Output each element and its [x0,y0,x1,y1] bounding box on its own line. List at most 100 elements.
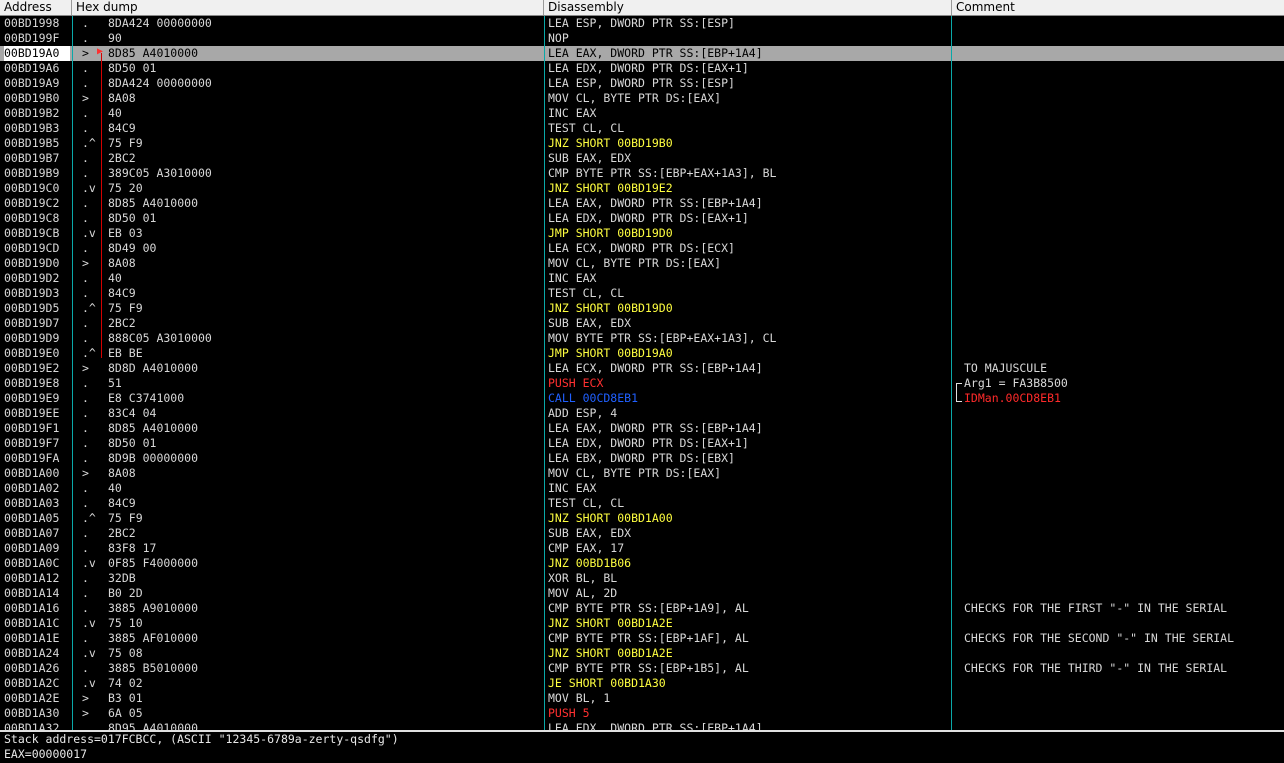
row-address: 00BD19B5 [4,136,60,150]
row-jump-marker: . [82,151,89,165]
listing-row[interactable]: 00BD1A2E > B3 01 MOV BL, 1 [0,691,1284,706]
row-jump-marker: . [82,316,89,330]
listing-row[interactable]: 00BD199F. 90 NOP [0,31,1284,46]
listing-row[interactable]: 00BD19E2 >8D8D A4010000 LEA ECX, DWORD PTR… [0,361,1284,376]
row-instruction: LEA EBX, DWORD PTR DS:[EBX] [548,451,735,465]
row-instruction: MOV AL, 2D [548,586,618,600]
row-address: 00BD19B9 [4,166,60,180]
listing-row[interactable]: 00BD19C0 .v 75 20 JNZ SHORT 00BD19E2 [0,181,1284,196]
listing-row[interactable]: 00BD19EE. 83C4 04 ADD ESP, 4 [0,406,1284,421]
listing-row[interactable]: 00BD19B2. 40 INC EAX [0,106,1284,121]
listing-row[interactable]: 00BD1A30 >6A 05 PUSH 5 [0,706,1284,721]
listing-row[interactable]: 00BD1A16. 3885 A9010000 CMP BYTE PTR SS:[E… [0,601,1284,616]
row-jump-marker: . [82,601,89,615]
listing-row[interactable]: 00BD1A00 >8A08 MOV CL, BYTE PTR DS:[EAX] [0,466,1284,481]
listing-row[interactable]: 00BD1A03. 84C9 TEST CL, CL [0,496,1284,511]
listing-row[interactable]: 00BD19A6. 8D50 01 LEA EDX, DWORD PTR DS:[E… [0,61,1284,76]
row-hex-bytes: 8A08 [108,466,136,480]
row-address: 00BD19C0 [4,181,60,195]
listing-row[interactable]: 00BD1A26. 3885 B5010000 CMP BYTE PTR SS:[E… [0,661,1284,676]
listing-row[interactable]: 00BD1A1C .v 75 10 JNZ SHORT 00BD1A2E [0,616,1284,631]
selected-listing-row[interactable]: 00BD19A0 >8D85 A4010000 LEA EAX, DWORD PTR… [0,46,1284,61]
row-instruction: PUSH ECX [548,376,604,390]
row-jump-marker: . [82,31,89,45]
listing-row[interactable]: 00BD1A05 .^ 75 F9 JNZ SHORT 00BD1A00 [0,511,1284,526]
row-hex-bytes: 75 20 [108,181,143,195]
listing-row[interactable]: 00BD19D7. 2BC2 SUB EAX, EDX [0,316,1284,331]
listing-row[interactable]: 00BD1A32. 8D95 A4010000 LEA EDX, DWORD PTR… [0,721,1284,730]
row-address: 00BD19D7 [4,316,60,330]
row-instruction: MOV CL, BYTE PTR DS:[EAX] [548,91,722,105]
listing-row[interactable]: 00BD19F1. 8D85 A4010000 LEA EAX, DWORD PTR… [0,421,1284,436]
row-address: 00BD1A2E [4,691,60,705]
listing-row[interactable]: 00BD19CB .v EB 03 JMP SHORT 00BD19D0 [0,226,1284,241]
row-instruction: LEA EAX, DWORD PTR SS:[EBP+1A4] [548,421,763,435]
listing-row[interactable]: 00BD1A1E. 3885 AF010000 CMP BYTE PTR SS:[E… [0,631,1284,646]
listing-row[interactable]: 00BD19FA. 8D9B 00000000 LEA EBX, DWORD PTR… [0,451,1284,466]
row-instruction: LEA ECX, DWORD PTR SS:[EBP+1A4] [548,361,763,375]
row-address: 00BD1A00 [4,466,60,480]
listing-row[interactable]: 00BD1A24 .v 75 08 JNZ SHORT 00BD1A2E [0,646,1284,661]
listing-row[interactable]: 00BD19CD. 8D49 00 LEA ECX, DWORD PTR DS:[E… [0,241,1284,256]
column-header-address[interactable]: Address [0,0,72,15]
listing-row[interactable]: 00BD19E0 .^ EB BE JMP SHORT 00BD19A0 [0,346,1284,361]
row-jump-marker: .v [82,646,96,660]
row-address: 00BD1A1E [4,631,60,645]
listing-row[interactable]: 00BD19E8. 51 PUSH ECX Arg1 = FA3B8500 [0,376,1284,391]
row-jump-marker: .^ [82,136,96,150]
column-header-hex-dump[interactable]: Hex dump [72,0,544,15]
info-line-stack-address: Stack address=017FCBCC, (ASCII "12345-67… [4,732,399,746]
row-jump-marker: .v [82,226,96,240]
listing-row[interactable]: 00BD19D9. 888C05 A3010000 MOV BYTE PTR SS:… [0,331,1284,346]
listing-row[interactable]: 00BD19D5 .^ 75 F9 JNZ SHORT 00BD19D0 [0,301,1284,316]
listing-row[interactable]: 00BD19E9. E8 C3741000 CALL 00CD8EB1 IDMan.0… [0,391,1284,406]
listing-row[interactable]: 00BD19D0 >8A08 MOV CL, BYTE PTR DS:[EAX] [0,256,1284,271]
listing-row[interactable]: 00BD1A2C .v 74 02 JE SHORT 00BD1A30 [0,676,1284,691]
row-hex-bytes: EB 03 [108,226,143,240]
column-header-disassembly[interactable]: Disassembly [544,0,952,15]
row-instruction: JNZ SHORT 00BD19B0 [548,136,673,150]
row-jump-marker: . [82,451,89,465]
row-instruction: LEA ECX, DWORD PTR DS:[ECX] [548,241,735,255]
row-address: 00BD1A03 [4,496,60,510]
row-address: 00BD1A07 [4,526,60,540]
listing-row[interactable]: 00BD19B5 .^ 75 F9 JNZ SHORT 00BD19B0 [0,136,1284,151]
row-jump-marker: . [82,571,89,585]
listing-row[interactable]: 00BD1A07. 2BC2 SUB EAX, EDX [0,526,1284,541]
row-address: 00BD19D5 [4,301,60,315]
listing-row[interactable]: 00BD19B9. 389C05 A3010000 CMP BYTE PTR SS:… [0,166,1284,181]
row-instruction: MOV CL, BYTE PTR DS:[EAX] [548,256,722,270]
listing-row[interactable]: 00BD19B3. 84C9 TEST CL, CL [0,121,1284,136]
listing-row[interactable]: 00BD1998. 8DA424 00000000 LEA ESP, DWORD P… [0,16,1284,31]
row-instruction: MOV BYTE PTR SS:[EBP+EAX+1A3], CL [548,331,777,345]
row-hex-bytes: 8D49 00 [108,241,157,255]
row-jump-marker: . [82,376,89,390]
listing-row[interactable]: 00BD1A14. B0 2D MOV AL, 2D [0,586,1284,601]
disassembly-listing[interactable]: 00BD1998. 8DA424 00000000 LEA ESP, DWORD P… [0,16,1284,730]
listing-row[interactable]: 00BD19B0 >8A08 MOV CL, BYTE PTR DS:[EAX] [0,91,1284,106]
listing-row[interactable]: 00BD1A02. 40 INC EAX [0,481,1284,496]
row-address: 00BD19A9 [4,76,60,90]
row-address: 00BD1A12 [4,571,60,585]
row-jump-marker: . [82,436,89,450]
listing-row[interactable]: 00BD1A0C .v 0F85 F4000000 JNZ 00BD1B06 [0,556,1284,571]
listing-row[interactable]: 00BD19B7. 2BC2 SUB EAX, EDX [0,151,1284,166]
listing-row[interactable]: 00BD19F7. 8D50 01 LEA EDX, DWORD PTR DS:[E… [0,436,1284,451]
row-hex-bytes: EB BE [108,346,143,360]
row-comment: Arg1 = FA3B8500 [964,376,1068,390]
listing-row[interactable]: 00BD19D3. 84C9 TEST CL, CL [0,286,1284,301]
listing-row[interactable]: 00BD19C2. 8D85 A4010000 LEA EAX, DWORD PTR… [0,196,1284,211]
listing-row[interactable]: 00BD1A12. 32DB XOR BL, BL [0,571,1284,586]
row-jump-marker: .^ [82,511,96,525]
listing-row[interactable]: 00BD19C8. 8D50 01 LEA EDX, DWORD PTR DS:[E… [0,211,1284,226]
row-hex-bytes: 3885 B5010000 [108,661,199,675]
row-address: 00BD19B0 [4,91,60,105]
listing-row[interactable]: 00BD1A09. 83F8 17 CMP EAX, 17 [0,541,1284,556]
listing-row[interactable]: 00BD19D2. 40 INC EAX [0,271,1284,286]
column-header-comment[interactable]: Comment [952,0,1284,15]
row-hex-bytes: 8D9B 00000000 [108,451,199,465]
row-hex-bytes: 2BC2 [108,151,136,165]
listing-row[interactable]: 00BD19A9. 8DA424 00000000 LEA ESP, DWORD P… [0,76,1284,91]
row-address: 00BD199F [4,31,60,45]
row-jump-marker: . [82,721,89,730]
